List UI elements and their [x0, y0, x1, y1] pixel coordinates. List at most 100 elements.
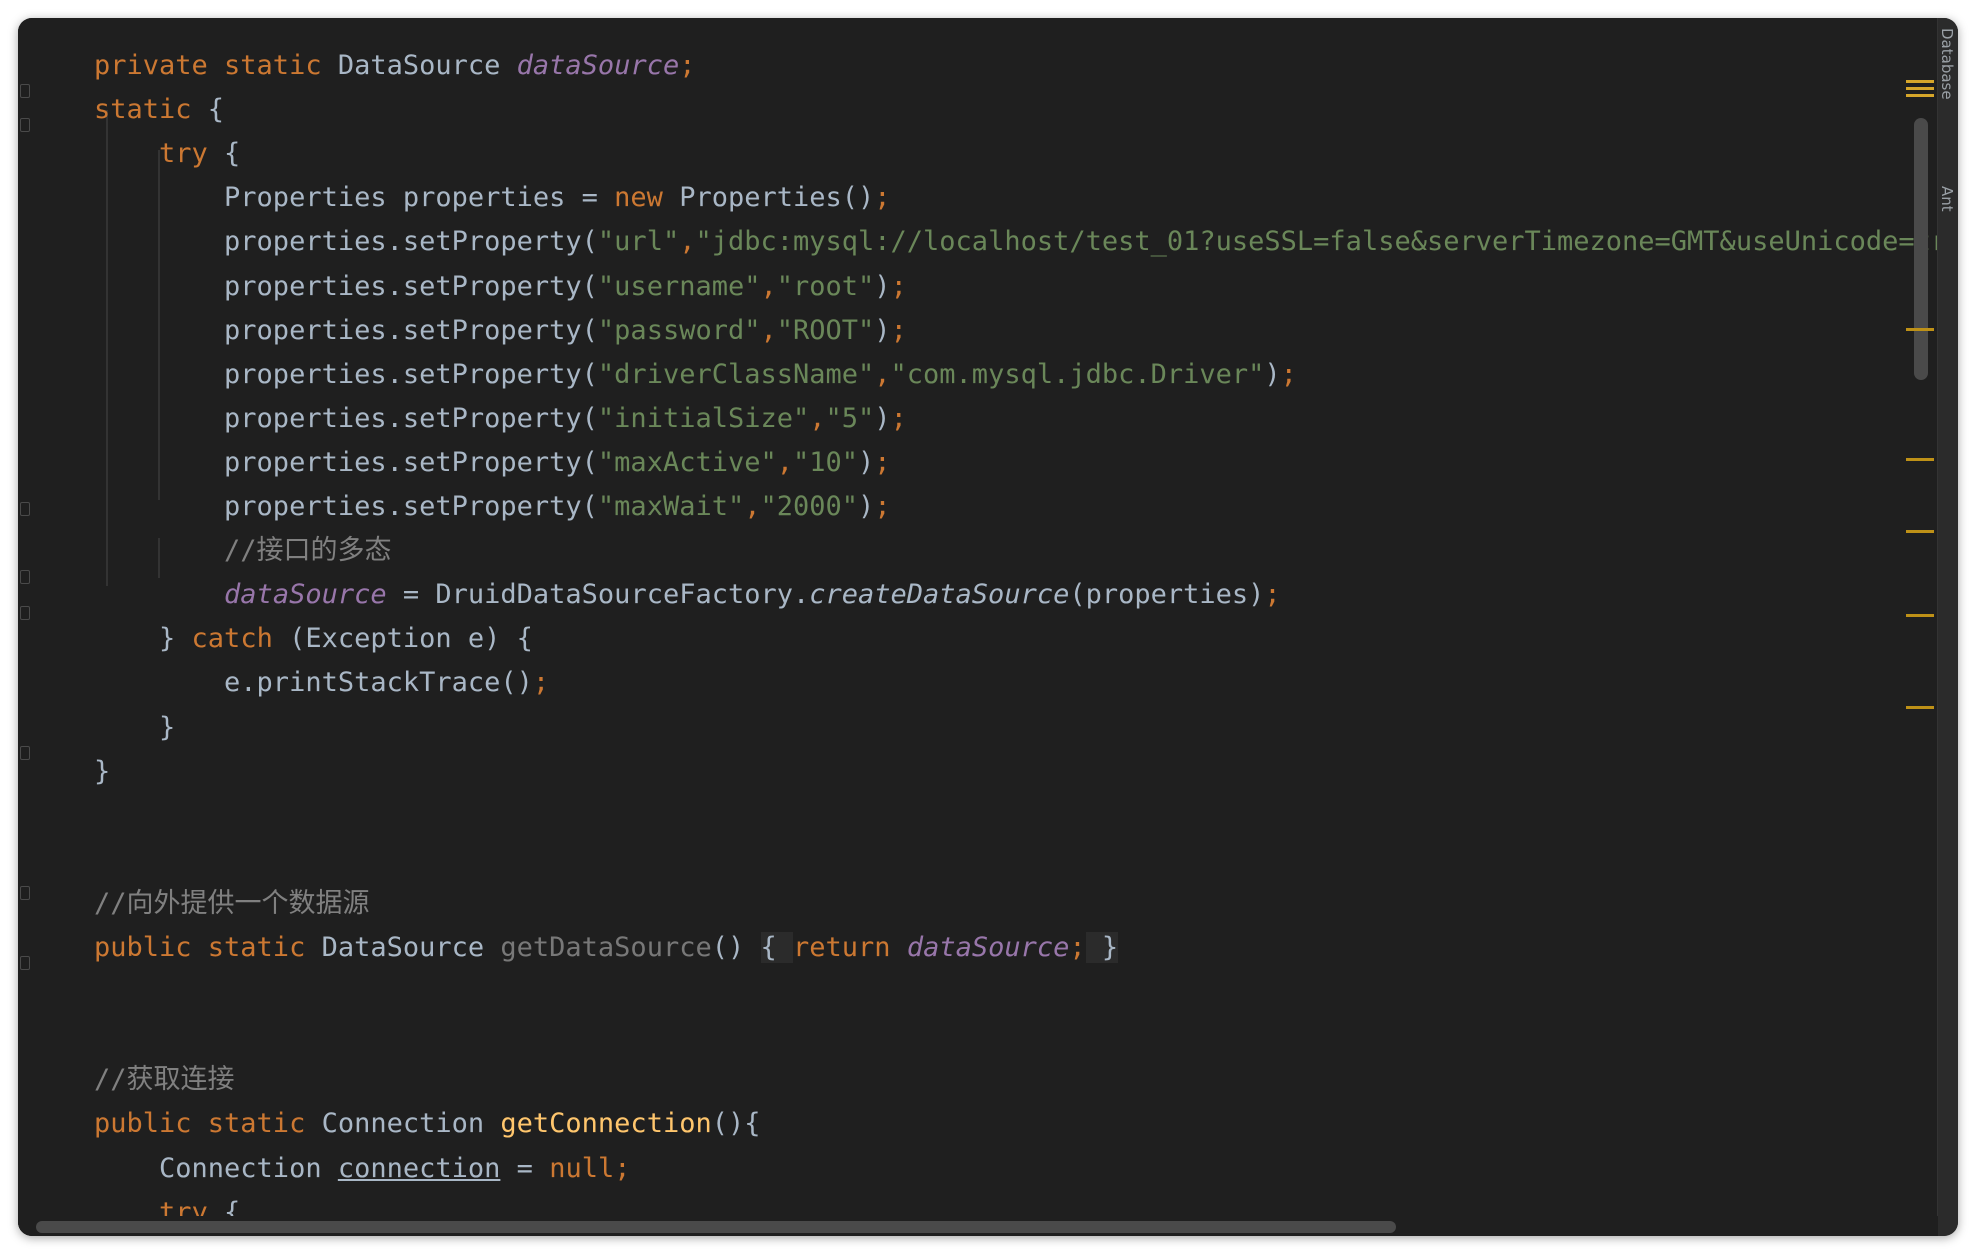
code-token: ; — [890, 270, 907, 302]
code-token: //获取连接 — [94, 1064, 235, 1096]
code-token: (){ — [711, 1108, 761, 1140]
code-token: "maxWait" — [597, 491, 745, 522]
vertical-scrollbar[interactable] — [1914, 118, 1928, 380]
code-token: catch — [191, 623, 290, 655]
code-line[interactable]: properties.setProperty("driverClassName"… — [94, 353, 1297, 397]
code-token: "com.mysql.jdbc.Driver" — [890, 358, 1265, 390]
code-token: } — [94, 623, 192, 655]
code-token: getDataSource — [500, 932, 712, 963]
code-token: try — [94, 1196, 225, 1216]
code-line[interactable]: dataSource = DruidDataSourceFactory.crea… — [94, 573, 1281, 617]
code-line[interactable]: properties.setProperty("maxActive","10")… — [94, 441, 891, 485]
code-token: Properties properties = — [94, 182, 615, 214]
code-token: null — [549, 1152, 615, 1184]
code-token: ; — [679, 50, 696, 81]
code-line[interactable]: public static Connection getConnection()… — [94, 1102, 761, 1146]
code-token: { — [224, 1196, 241, 1216]
warning-marker[interactable] — [1906, 614, 1934, 617]
code-token: , — [760, 314, 777, 346]
code-line[interactable]: } — [94, 750, 110, 794]
code-line[interactable]: try { — [94, 1191, 240, 1216]
code-line[interactable]: //接口的多态 — [94, 529, 392, 573]
horizontal-scrollbar[interactable] — [36, 1221, 1396, 1233]
code-token: "jdbc:mysql://localhost/test_01?useSSL=f… — [695, 226, 1938, 258]
code-token: "10" — [793, 446, 859, 478]
code-line[interactable]: static { — [94, 88, 224, 132]
code-token: ; — [1280, 358, 1297, 390]
code-token: ; — [874, 182, 891, 214]
code-token: () — [711, 932, 761, 963]
code-token: (Exception e) { — [289, 623, 533, 655]
code-token: ) — [874, 402, 891, 434]
code-line[interactable]: try { — [94, 132, 240, 176]
code-token: Properties() — [679, 182, 875, 214]
code-token: ) — [858, 446, 875, 478]
code-token: DataSource — [337, 50, 517, 81]
code-token: dataSource — [906, 932, 1070, 963]
code-line[interactable]: properties.setProperty("password","ROOT"… — [94, 309, 907, 353]
warning-marker[interactable] — [1906, 530, 1934, 533]
code-token: properties.setProperty( — [94, 446, 598, 478]
code-token: } — [94, 711, 176, 743]
code-token: ) — [874, 314, 891, 346]
code-token: properties.setProperty( — [94, 358, 598, 390]
code-token: ) — [858, 491, 875, 522]
code-token: "5" — [825, 402, 875, 434]
code-line[interactable]: properties.setProperty("url","jdbc:mysql… — [94, 220, 1938, 264]
code-token: , — [679, 226, 696, 258]
code-token: ; — [874, 446, 891, 478]
code-line[interactable]: e.printStackTrace(); — [94, 661, 549, 705]
code-token: ) — [874, 270, 891, 302]
code-token: , — [744, 491, 761, 522]
code-token: createDataSource — [809, 579, 1070, 611]
code-line[interactable]: //向外提供一个数据源 — [94, 882, 370, 926]
code-token: try — [94, 138, 225, 170]
code-token: ; — [1264, 579, 1281, 611]
database-panel-tab[interactable]: Database — [1938, 28, 1956, 100]
code-line[interactable]: //获取连接 — [94, 1058, 235, 1102]
right-tool-strip: Database Ant — [1937, 18, 1958, 1236]
code-line[interactable]: Properties properties = new Properties()… — [94, 176, 891, 220]
code-line[interactable]: public static DataSource getDataSource()… — [94, 926, 1119, 970]
code-line[interactable]: Connection connection = null; — [94, 1147, 630, 1191]
code-token: dataSource — [224, 579, 387, 611]
code-token: } — [1085, 932, 1119, 963]
code-token: //向外提供一个数据源 — [94, 887, 370, 919]
code-token: , — [760, 270, 777, 302]
code-line[interactable]: private static DataSource dataSource; — [94, 44, 695, 88]
warning-marker[interactable] — [1906, 706, 1934, 709]
code-editor[interactable]: private static DataSource dataSource; sta… — [18, 18, 1938, 1216]
code-token: Connection — [321, 1108, 501, 1140]
code-token: "2000" — [760, 491, 859, 522]
code-token: properties.setProperty( — [94, 270, 598, 302]
code-token: ; — [614, 1152, 631, 1184]
code-token: static — [94, 94, 208, 126]
code-token: ; — [874, 491, 891, 522]
code-line[interactable]: properties.setProperty("initialSize","5"… — [94, 397, 907, 441]
code-token: public static — [94, 932, 322, 963]
code-token: properties.setProperty( — [94, 491, 598, 522]
warning-marker[interactable] — [1906, 328, 1934, 331]
code-token: "root" — [776, 270, 875, 302]
code-token: (properties) — [1069, 579, 1265, 611]
inspection-warnings-icon[interactable] — [1906, 80, 1934, 112]
code-line[interactable]: properties.setProperty("maxWait","2000")… — [94, 485, 891, 529]
code-token: private static — [94, 50, 338, 81]
code-token: , — [776, 446, 793, 478]
warning-marker[interactable] — [1906, 458, 1934, 461]
code-token: { — [760, 932, 794, 963]
code-token: "driverClassName" — [597, 358, 875, 390]
code-token: "username" — [597, 270, 761, 302]
code-token: "maxActive" — [597, 446, 777, 478]
code-token: = — [500, 1152, 550, 1184]
code-token: e.printStackTrace() — [94, 667, 533, 699]
code-token: ; — [1069, 932, 1086, 963]
ant-panel-tab[interactable]: Ant — [1938, 186, 1956, 212]
code-token: "ROOT" — [776, 314, 875, 346]
code-token: properties.setProperty( — [94, 226, 598, 258]
code-line[interactable]: } — [94, 706, 175, 750]
code-token: , — [809, 402, 826, 434]
code-line[interactable]: } catch (Exception e) { — [94, 617, 533, 661]
code-token: return — [793, 932, 907, 963]
code-line[interactable]: properties.setProperty("username","root"… — [94, 265, 907, 309]
